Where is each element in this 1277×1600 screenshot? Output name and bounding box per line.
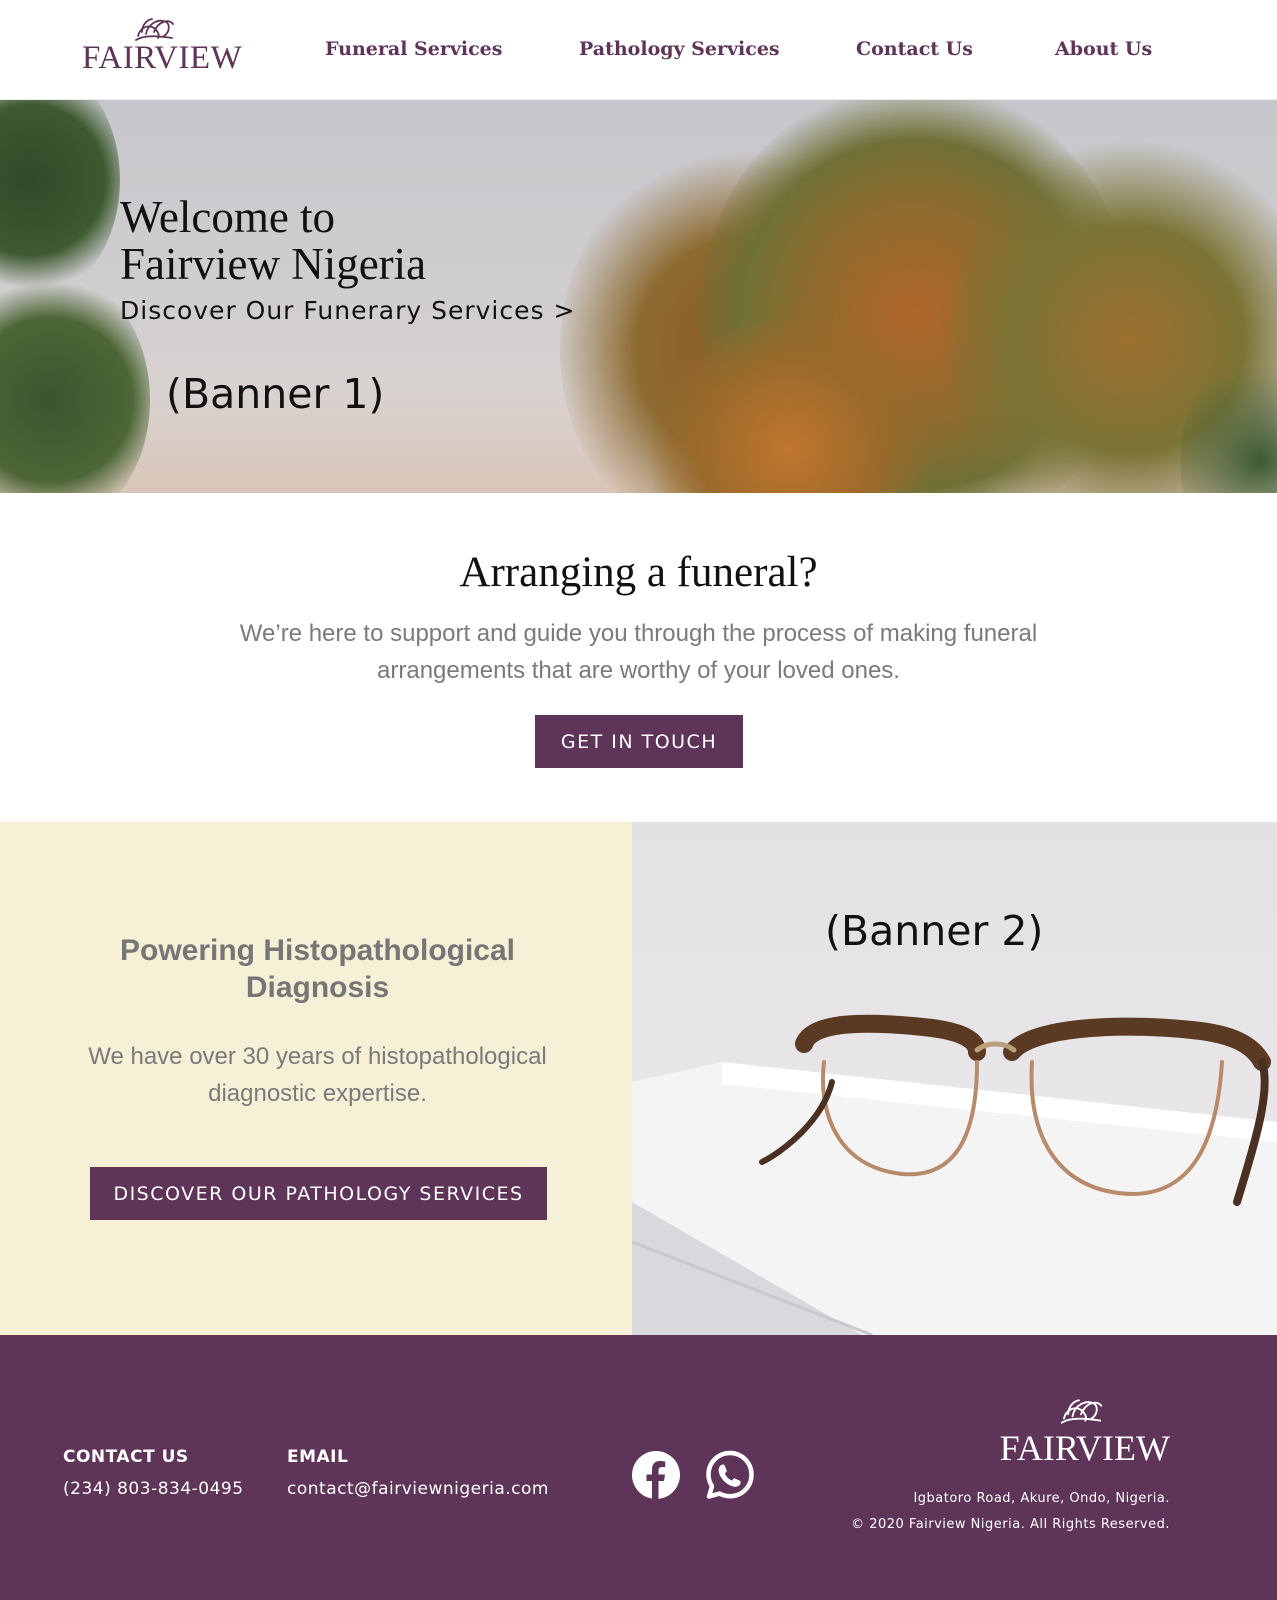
funeral-section-title: Arranging a funeral? — [459, 549, 818, 596]
footer-copyright: © 2020 Fairview Nigeria. All Rights Rese… — [851, 1517, 1170, 1532]
nav-funeral-services[interactable]: Funeral Services — [325, 38, 502, 60]
banner-2-label: (Banner 2) — [825, 907, 1044, 955]
footer-phone-link[interactable]: (234) 803-834-0495 — [63, 1479, 244, 1499]
footer-fairview-logo[interactable]: FAIRVIEW — [993, 1395, 1170, 1468]
nav-about-us[interactable]: About Us — [1055, 38, 1152, 60]
discover-pathology-services-button[interactable]: DISCOVER OUR PATHOLOGY SERVICES — [90, 1167, 547, 1220]
site-header: FAIRVIEW Funeral Services Pathology Serv… — [0, 0, 1277, 100]
pathology-text: We have over 30 years of histopathologic… — [88, 1043, 547, 1107]
fairview-logo[interactable]: FAIRVIEW — [82, 14, 242, 76]
footer-contact-heading: CONTACT US — [63, 1447, 189, 1467]
get-in-touch-button[interactable]: GET IN TOUCH — [535, 715, 743, 768]
glasses-on-book-illustration — [632, 1014, 1277, 1335]
footer-address: Igbatoro Road, Akure, Ondo, Nigeria. — [913, 1491, 1170, 1506]
nav-pathology-services[interactable]: Pathology Services — [579, 38, 780, 60]
hero-banner: Welcome to Fairview Nigeria Discover Our… — [0, 100, 1277, 493]
lotus-icon — [1060, 1399, 1103, 1424]
footer-logo-wordmark: FAIRVIEW — [999, 1428, 1170, 1468]
banner-2-image: (Banner 2) — [632, 822, 1277, 1335]
discover-funerary-services-link[interactable]: Discover Our Funerary Services > — [120, 296, 575, 325]
funeral-section-text: We’re here to support and guide you thro… — [239, 620, 1038, 684]
nav-contact-us[interactable]: Contact Us — [856, 38, 973, 60]
site-footer: CONTACT US (234) 803-834-0495 EMAIL cont… — [0, 1335, 1277, 1600]
pathology-title: Powering Histopathological Diagnosis — [119, 934, 516, 1004]
hero-title: Welcome to Fairview Nigeria — [120, 194, 426, 288]
facebook-icon[interactable] — [631, 1450, 681, 1500]
hero-title-line1: Welcome to — [120, 192, 336, 242]
pathology-panel: Powering Histopathological Diagnosis We … — [0, 822, 632, 1335]
whatsapp-icon[interactable] — [705, 1450, 755, 1500]
banner-1-label: (Banner 1) — [166, 370, 385, 418]
logo-wordmark: FAIRVIEW — [82, 40, 243, 76]
hero-title-line2: Fairview Nigeria — [120, 239, 427, 289]
footer-email-link[interactable]: contact@fairviewnigeria.com — [287, 1479, 549, 1499]
footer-email-heading: EMAIL — [287, 1447, 349, 1467]
